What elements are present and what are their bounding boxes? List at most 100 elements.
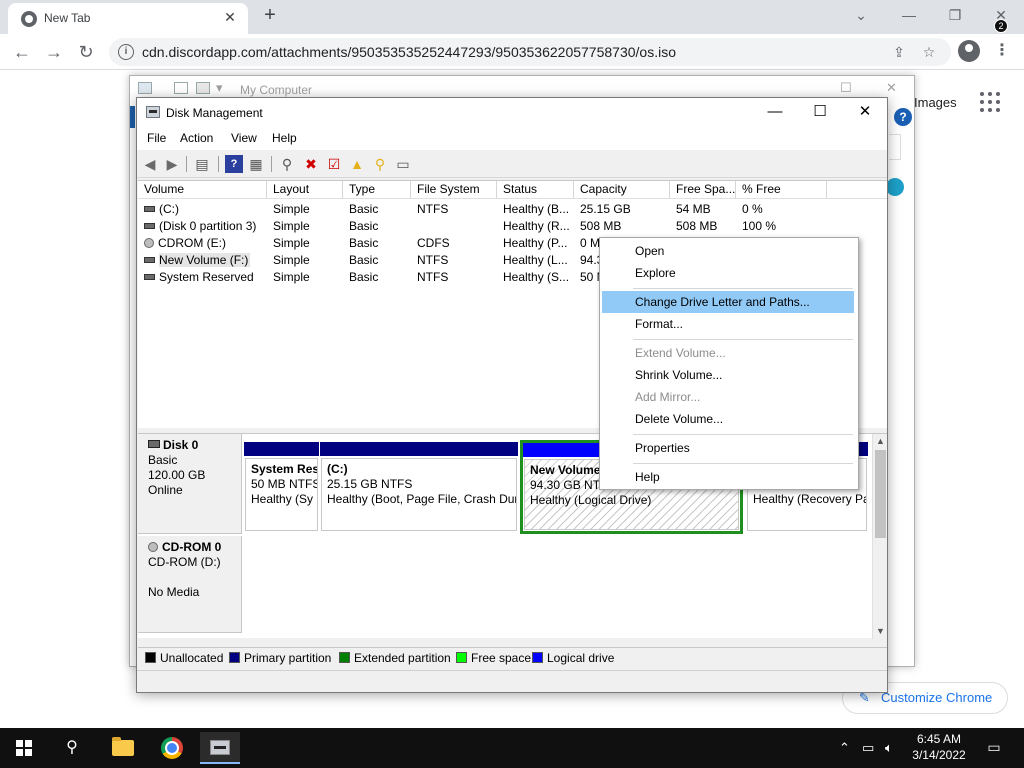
help-topic-icon[interactable]: ? (225, 155, 243, 173)
menu-separator (633, 339, 853, 340)
menu-item-format[interactable]: Format... (602, 313, 854, 335)
folder-icon (196, 82, 210, 94)
column-free-space[interactable]: Free Spa... (670, 181, 736, 199)
site-info-icon[interactable]: i (118, 44, 134, 60)
fs-cell (411, 218, 497, 235)
tab-close-icon[interactable]: ✕ (220, 7, 240, 27)
column-type[interactable]: Type (343, 181, 411, 199)
console-tree-icon[interactable]: ▤ (193, 155, 211, 173)
disk-0-name: Disk 0 (163, 438, 199, 452)
free-cell: 508 MB (676, 219, 718, 233)
menu-help[interactable]: Help (272, 131, 297, 145)
help-icon[interactable]: ? (894, 108, 912, 126)
volume-row[interactable]: (Disk 0 partition 3) Simple Basic Health… (138, 218, 887, 235)
drive-icon (144, 205, 155, 212)
partition-system-reserved[interactable]: System Res 50 MB NTFS Healthy (Sy (244, 442, 319, 532)
column-status[interactable]: Status (497, 181, 574, 199)
menu-item-open[interactable]: Open (602, 240, 854, 262)
minimize-icon[interactable]: — (886, 2, 932, 28)
system-clock[interactable]: 6:45 AM 3/14/2022 (904, 731, 974, 763)
menu-item-help[interactable]: Help (602, 466, 854, 488)
windows-start-icon[interactable] (16, 740, 32, 756)
restore-icon[interactable]: ❐ (932, 2, 978, 28)
menu-item-properties[interactable]: Properties (602, 437, 854, 459)
cdrom-0-label[interactable]: CD-ROM 0 CD-ROM (D:) No Media (138, 536, 242, 633)
primary-partition-bar (244, 442, 319, 456)
new-tab-button[interactable]: + (258, 4, 282, 28)
menu-item-explore[interactable]: Explore (602, 262, 854, 284)
column-capacity[interactable]: Capacity (574, 181, 670, 199)
clock-time: 6:45 AM (916, 732, 962, 746)
cdrom-icon (144, 237, 154, 248)
menu-item-shrink-volume[interactable]: Shrink Volume... (602, 364, 854, 386)
volume-row[interactable]: (C:) Simple Basic NTFS Healthy (B... 25.… (138, 201, 887, 218)
show-hide-pane-icon[interactable]: ▦ (247, 155, 265, 173)
menu-item-change-drive-letter[interactable]: Change Drive Letter and Paths... (602, 291, 854, 313)
back-arrow-icon[interactable]: ← (8, 38, 36, 66)
layout-cell: Simple (273, 236, 310, 250)
my-computer-close-icon[interactable]: ✕ (886, 80, 897, 96)
column-layout[interactable]: Layout (267, 181, 343, 199)
close-icon[interactable]: ✕ (842, 98, 888, 128)
quick-access-dropdown-icon[interactable]: ▾ (216, 80, 223, 96)
menu-item-extend-volume[interactable]: Extend Volume... (602, 342, 854, 364)
toolbar: ◀ ▶ ▤ ? ▦ ⚲ ✖ ☑ ▲ ⚲ ▭ (137, 150, 887, 178)
volume-name: (Disk 0 partition 3) (159, 219, 257, 233)
folder-search-icon[interactable]: ⚲ (371, 155, 389, 173)
column-percent-free[interactable]: % Free (736, 181, 827, 199)
menu-action[interactable]: Action (180, 131, 213, 145)
graphical-view-scrollbar[interactable]: ▲ ▼ (872, 434, 887, 639)
scroll-up-icon[interactable]: ▲ (873, 434, 888, 448)
chrome-menu-icon[interactable]: ⋮ (992, 41, 1012, 61)
tray-chevron-up-icon[interactable]: ⌃ (839, 739, 850, 757)
reload-icon[interactable]: ↻ (72, 38, 100, 66)
address-bar[interactable]: i cdn.discordapp.com/attachments/9503535… (109, 38, 951, 66)
apps-grid-icon[interactable] (980, 92, 1000, 112)
column-file-system[interactable]: File System (411, 181, 497, 199)
volume-name: (C:) (159, 202, 179, 216)
bookmark-star-icon[interactable]: ☆ (919, 42, 939, 62)
minimize-icon[interactable]: — (752, 98, 798, 128)
search-icon[interactable]: ⚲ (62, 738, 82, 758)
legend-free-space: Free space (456, 651, 531, 665)
network-icon[interactable]: ▭ (862, 739, 874, 757)
layout-cell: Simple (273, 253, 310, 267)
chrome-taskbar-button[interactable] (152, 732, 192, 764)
legend-swatch (145, 652, 156, 663)
disk-0-label[interactable]: Disk 0 Basic 120.00 GB Online (138, 434, 242, 534)
layout-cell: Simple (273, 202, 310, 216)
volume-name: New Volume (F:) (159, 253, 251, 267)
check-icon[interactable]: ☑ (325, 155, 343, 173)
url-text[interactable]: cdn.discordapp.com/attachments/950353535… (142, 44, 676, 60)
delete-icon[interactable]: ✖ (302, 155, 320, 173)
partition-c[interactable]: (C:) 25.15 GB NTFS Healthy (Boot, Page F… (320, 442, 518, 532)
back-arrow-icon[interactable]: ◀ (141, 155, 159, 173)
disk-management-taskbar-button[interactable] (200, 732, 240, 764)
file-explorer-taskbar-button[interactable] (102, 732, 142, 764)
menu-item-add-mirror[interactable]: Add Mirror... (602, 386, 854, 408)
my-computer-restore-icon[interactable]: ☐ (840, 80, 852, 96)
maximize-icon[interactable]: ☐ (797, 98, 843, 128)
share-icon[interactable]: ⇪ (889, 42, 909, 62)
profile-avatar-icon[interactable] (958, 40, 980, 62)
scroll-down-icon[interactable]: ▼ (873, 624, 888, 638)
menu-item-delete-volume[interactable]: Delete Volume... (602, 408, 854, 430)
menu-view[interactable]: View (231, 131, 257, 145)
folder-up-icon[interactable]: ▲ (348, 155, 366, 173)
scrollbar-thumb[interactable] (875, 450, 886, 538)
menu-file[interactable]: File (147, 131, 166, 145)
tab-search-icon[interactable]: ⌄ (838, 2, 884, 28)
properties-icon[interactable]: ▭ (394, 155, 412, 173)
notification-icon[interactable]: ▭ (984, 738, 1004, 758)
toolbar-separator (271, 156, 272, 172)
forward-arrow-icon[interactable]: → (40, 38, 68, 66)
column-volume[interactable]: Volume (138, 181, 267, 199)
volume-icon[interactable]: 🔈︎ (885, 739, 893, 757)
forward-arrow-icon[interactable]: ▶ (163, 155, 181, 173)
tab-new-tab[interactable]: New Tab ✕ (8, 3, 248, 34)
customize-chrome-label: Customize Chrome (881, 690, 993, 705)
capacity-cell: 508 MB (580, 219, 622, 233)
images-link[interactable]: Images (914, 95, 957, 110)
connect-icon[interactable]: ⚲ (278, 155, 296, 173)
partition-status: Healthy (Logical Drive) (530, 493, 652, 507)
